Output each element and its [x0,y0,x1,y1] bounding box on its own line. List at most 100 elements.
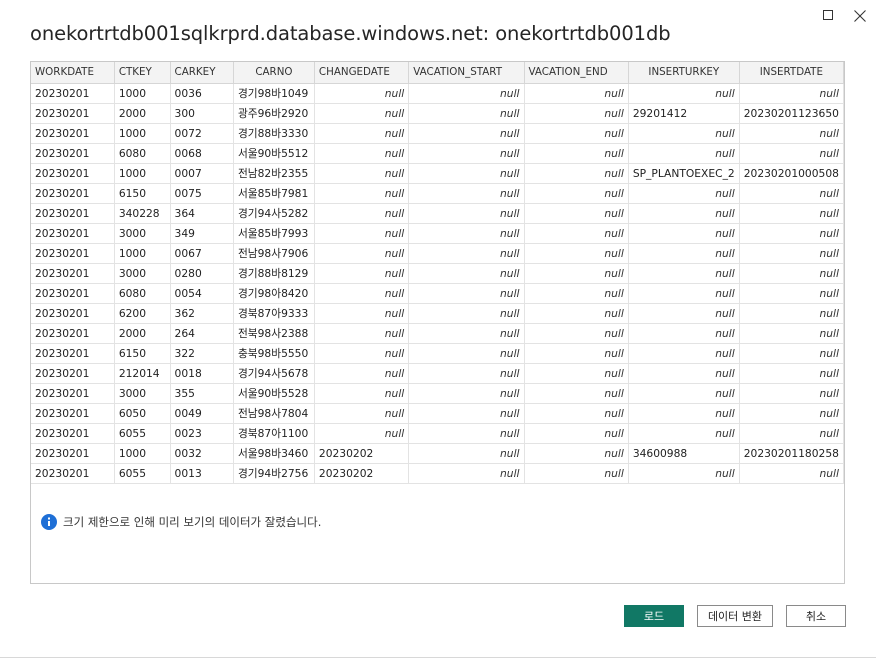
table-cell[interactable]: null [313,142,410,164]
table-cell[interactable]: null [523,162,629,184]
table-cell[interactable]: 0067 [169,242,234,264]
table-cell[interactable]: 34600988 [627,442,740,464]
table-cell[interactable]: null [523,402,629,424]
table-cell[interactable]: null [523,182,629,204]
table-cell[interactable]: null [738,342,844,364]
table-cell[interactable]: null [408,362,525,384]
table-cell[interactable]: null [408,102,525,124]
table-cell[interactable]: 6050 [113,402,171,424]
table-cell[interactable]: null [738,322,844,344]
table-cell[interactable]: 6200 [113,302,171,324]
table-cell[interactable]: SP_PLANTOEXEC_2 [627,162,740,184]
table-cell[interactable]: null [627,242,740,264]
table-cell[interactable]: null [627,322,740,344]
table-cell[interactable]: null [523,262,629,284]
table-cell[interactable]: 6055 [113,422,171,444]
table-cell[interactable]: 20230201 [31,302,115,324]
column-header-insertdate[interactable]: INSERTDATE [738,62,844,84]
table-cell[interactable]: null [408,82,525,104]
table-cell[interactable]: 20230202 [313,442,410,464]
table-cell[interactable]: null [523,422,629,444]
table-cell[interactable]: null [738,182,844,204]
table-cell[interactable]: 6150 [113,182,171,204]
table-cell[interactable]: 1000 [113,242,171,264]
table-cell[interactable]: null [313,382,410,404]
table-cell[interactable]: 364 [169,202,234,224]
column-header-carno[interactable]: CARNO [232,62,315,84]
table-cell[interactable]: null [523,462,629,484]
table-cell[interactable]: 20230201 [31,382,115,404]
table-cell[interactable]: 서울98바3460 [232,442,315,464]
table-cell[interactable]: 355 [169,382,234,404]
table-cell[interactable]: null [738,402,844,424]
table-cell[interactable]: null [627,142,740,164]
table-cell[interactable]: 광주96바2920 [232,102,315,124]
table-cell[interactable]: 20230201 [31,82,115,104]
table-cell[interactable]: null [313,302,410,324]
table-cell[interactable]: null [627,382,740,404]
table-cell[interactable]: 1000 [113,162,171,184]
table-cell[interactable]: null [627,202,740,224]
table-cell[interactable]: null [738,82,844,104]
table-cell[interactable]: null [408,122,525,144]
table-cell[interactable]: 1000 [113,122,171,144]
table-cell[interactable]: 서울90바5512 [232,142,315,164]
table-cell[interactable]: 0068 [169,142,234,164]
table-cell[interactable]: 20230201 [31,162,115,184]
table-cell[interactable]: null [408,422,525,444]
table-cell[interactable]: 0023 [169,422,234,444]
table-cell[interactable]: 20230201 [31,242,115,264]
table-cell[interactable]: 서울90바5528 [232,382,315,404]
column-header-vacation-end[interactable]: VACATION_END [523,62,629,84]
table-cell[interactable]: null [523,282,629,304]
table-cell[interactable]: 2000 [113,322,171,344]
table-cell[interactable]: 경기88바8129 [232,262,315,284]
table-cell[interactable]: 349 [169,222,234,244]
table-cell[interactable]: 경기94사5678 [232,362,315,384]
table-cell[interactable]: null [408,142,525,164]
table-cell[interactable]: 362 [169,302,234,324]
table-cell[interactable]: null [313,322,410,344]
table-cell[interactable]: null [313,422,410,444]
table-cell[interactable]: 20230201 [31,462,115,484]
table-cell[interactable]: 20230201 [31,442,115,464]
table-cell[interactable]: 경기88바3330 [232,122,315,144]
table-cell[interactable]: null [523,302,629,324]
table-cell[interactable]: null [523,222,629,244]
table-cell[interactable]: 6150 [113,342,171,364]
table-cell[interactable]: 경기94바2756 [232,462,315,484]
table-cell[interactable]: null [408,262,525,284]
table-cell[interactable]: 0075 [169,182,234,204]
table-cell[interactable]: 경기94사5282 [232,202,315,224]
table-cell[interactable]: 6080 [113,282,171,304]
close-button[interactable] [850,6,870,26]
table-cell[interactable]: 전남82바2355 [232,162,315,184]
cancel-button[interactable]: 취소 [786,605,846,627]
table-cell[interactable]: 6080 [113,142,171,164]
table-cell[interactable]: null [408,322,525,344]
table-cell[interactable]: null [408,162,525,184]
table-cell[interactable]: 전남98사7804 [232,402,315,424]
table-cell[interactable]: null [523,442,629,464]
table-cell[interactable]: 0018 [169,362,234,384]
table-cell[interactable]: 20230201 [31,222,115,244]
table-cell[interactable]: null [627,462,740,484]
table-cell[interactable]: 20230201 [31,422,115,444]
table-cell[interactable]: 20230201 [31,202,115,224]
table-cell[interactable]: null [313,262,410,284]
table-cell[interactable]: 0013 [169,462,234,484]
table-cell[interactable]: null [627,182,740,204]
table-cell[interactable]: null [408,242,525,264]
table-cell[interactable]: 경기98바1049 [232,82,315,104]
column-header-carkey[interactable]: CARKEY [169,62,234,84]
table-cell[interactable]: null [738,422,844,444]
table-cell[interactable]: null [627,342,740,364]
table-cell[interactable]: 3000 [113,382,171,404]
table-cell[interactable]: null [313,122,410,144]
table-cell[interactable]: null [738,122,844,144]
table-cell[interactable]: null [523,202,629,224]
table-cell[interactable]: 경북87아9333 [232,302,315,324]
table-cell[interactable]: null [408,462,525,484]
transform-data-button[interactable]: 데이터 변환 [697,605,773,627]
table-cell[interactable]: 6055 [113,462,171,484]
